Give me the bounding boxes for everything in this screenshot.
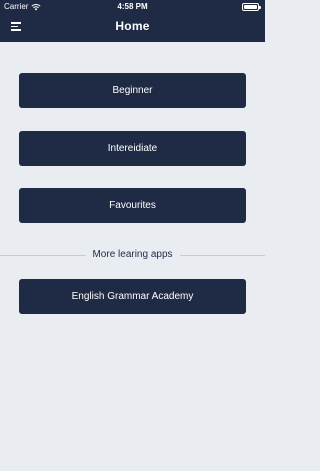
intermediate-button[interactable]: Intereidiate [19,131,246,166]
page-title: Home [115,19,150,33]
beginner-button[interactable]: Beginner [19,73,246,108]
divider-right [180,255,265,256]
status-time: 4:58 PM [117,2,148,11]
nav-bar: Home [0,14,265,42]
favourites-button[interactable]: Favourites [19,188,246,223]
battery-icon [242,3,261,11]
top-bar: Carrier 4:58 PM Home [0,0,265,42]
english-grammar-academy-button[interactable]: English Grammar Academy [19,279,246,314]
status-bar: Carrier 4:58 PM [0,0,265,14]
